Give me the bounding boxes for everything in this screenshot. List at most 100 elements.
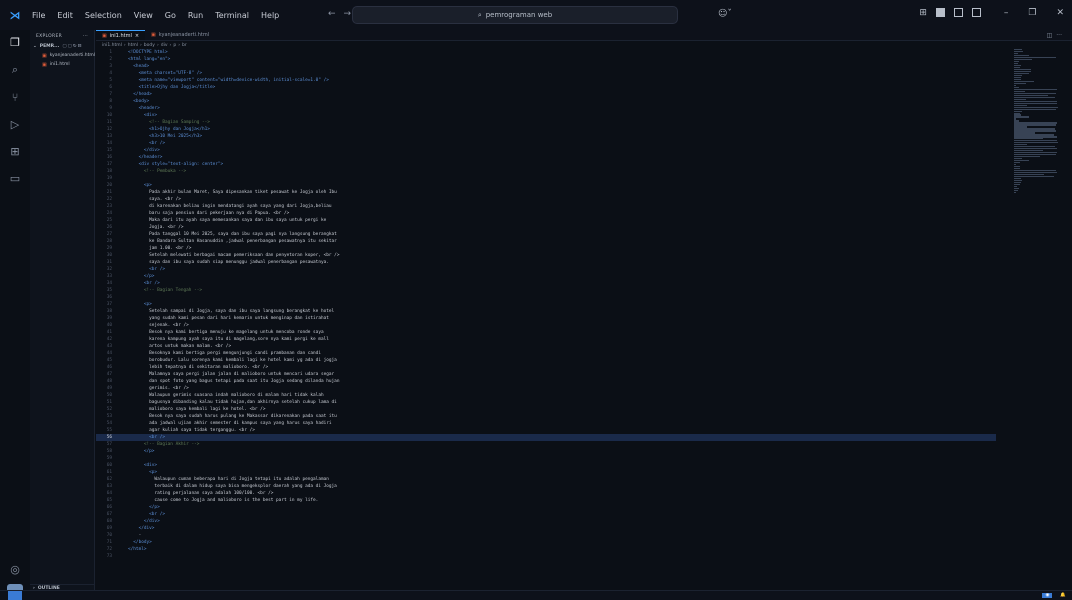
code-line[interactable]: 49 gerimis. <br /> bbox=[96, 385, 996, 392]
code-line[interactable]: 2 <html lang="en"> bbox=[96, 56, 996, 63]
code-line[interactable]: 61 <p> bbox=[96, 469, 996, 476]
breadcrumb-item[interactable]: ini1.html bbox=[102, 43, 122, 48]
code-line[interactable]: 40 sejenak. <br /> bbox=[96, 322, 996, 329]
file-item-kyanjeanaderti[interactable]: ▣ kyanjeanaderti.html bbox=[30, 51, 95, 60]
more-actions-icon[interactable]: ··· bbox=[83, 34, 88, 39]
code-line[interactable]: 53 Besok nya saya sudah harus pulang ke … bbox=[96, 413, 996, 420]
code-line[interactable]: 60 <div> bbox=[96, 462, 996, 469]
code-line[interactable]: 68 </div> bbox=[96, 518, 996, 525]
code-line[interactable]: 3 <head> bbox=[96, 63, 996, 70]
breadcrumb-item[interactable]: br bbox=[182, 43, 187, 48]
code-line[interactable]: 70 - bbox=[96, 532, 996, 539]
code-line[interactable]: 21 Pada akhir bulan Maret, Saya dipesank… bbox=[96, 189, 996, 196]
code-line[interactable]: 29 jam 1.00. <br /> bbox=[96, 245, 996, 252]
code-line[interactable]: 33 </p> bbox=[96, 273, 996, 280]
command-center-search[interactable]: ⌕ pemrograman web bbox=[352, 6, 678, 24]
code-line[interactable]: 56 <br /> bbox=[96, 434, 996, 441]
code-line[interactable]: 44 Besoknya kami bertiga pergi mengunjun… bbox=[96, 350, 996, 357]
menu-help[interactable]: Help bbox=[259, 9, 281, 22]
status-badge[interactable]: ◉ bbox=[1042, 593, 1053, 598]
minimap[interactable] bbox=[1014, 49, 1058, 194]
code-line[interactable]: 38 Setelah sampai di Jogja, saya dan ibu… bbox=[96, 308, 996, 315]
close-icon[interactable]: ✕ bbox=[1056, 8, 1064, 18]
code-line[interactable]: 73 bbox=[96, 553, 996, 560]
accounts-icon[interactable]: ◎ bbox=[10, 563, 20, 576]
code-line[interactable]: 1 <!DOCTYPE html> bbox=[96, 49, 996, 56]
toggle-panel-icon[interactable] bbox=[953, 8, 963, 17]
code-line[interactable]: 22 saya. <br /> bbox=[96, 196, 996, 203]
code-line[interactable]: 4 <meta charset="UTF-8" /> bbox=[96, 70, 996, 77]
code-line[interactable]: 12 <h1>Ojhy dan Jogja</h1> bbox=[96, 126, 996, 133]
code-line[interactable]: 14 <br /> bbox=[96, 140, 996, 147]
code-line[interactable]: 34 <br /> bbox=[96, 280, 996, 287]
code-line[interactable]: 36 bbox=[96, 294, 996, 301]
code-line[interactable]: 72 </html> bbox=[96, 546, 996, 553]
source-control-icon[interactable]: ⑂ bbox=[12, 91, 19, 104]
remote-indicator-icon[interactable] bbox=[8, 590, 22, 600]
code-line[interactable]: 54 ada jadwal ujian akhir semester di ka… bbox=[96, 420, 996, 427]
menu-go[interactable]: Go bbox=[163, 9, 178, 22]
code-line[interactable]: 24 baru saja pensiun dari pekerjaan nya … bbox=[96, 210, 996, 217]
code-line[interactable]: 17 <div style="text-align: center"> bbox=[96, 161, 996, 168]
code-editor[interactable]: 1 <!DOCTYPE html> 2 <html lang="en"> 3 <head… bbox=[96, 49, 996, 589]
code-line[interactable]: 19 bbox=[96, 175, 996, 182]
code-line[interactable]: 7 </head> bbox=[96, 91, 996, 98]
close-tab-icon[interactable]: × bbox=[135, 33, 139, 39]
code-line[interactable]: 47 Malamnya saya pergi jalan jalan di ma… bbox=[96, 371, 996, 378]
code-line[interactable]: 28 ke Bandara Sultan Hasanuddin ,jadwal … bbox=[96, 238, 996, 245]
explorer-icon[interactable]: ❐ bbox=[10, 36, 20, 49]
code-line[interactable]: 50 Walaupun gerimis suasana indah maliob… bbox=[96, 392, 996, 399]
code-line[interactable]: 69 </div> bbox=[96, 525, 996, 532]
menu-file[interactable]: File bbox=[30, 9, 47, 22]
bell-icon[interactable]: 🔔 bbox=[1060, 593, 1066, 598]
code-line[interactable]: 58 </p> bbox=[96, 448, 996, 455]
breadcrumb-item[interactable]: body bbox=[144, 43, 155, 48]
code-line[interactable]: 62 Walaupun cuman beberapa hari di Jogja… bbox=[96, 476, 996, 483]
menu-selection[interactable]: Selection bbox=[83, 9, 124, 22]
code-line[interactable]: 52 malioboro saya kembali lagi ke hotel.… bbox=[96, 406, 996, 413]
toggle-secondary-sidebar-icon[interactable] bbox=[971, 8, 981, 17]
code-line[interactable]: 26 Jogja. <br /> bbox=[96, 224, 996, 231]
tab-ini1[interactable]: ▣ ini1.html × bbox=[96, 30, 146, 40]
code-line[interactable]: 18 <!-- Pembuka --> bbox=[96, 168, 996, 175]
code-line[interactable]: 16 </header> bbox=[96, 154, 996, 161]
code-line[interactable]: 11 <!-- Bagian Samping --> bbox=[96, 119, 996, 126]
split-editor-icon[interactable]: ◫ bbox=[1047, 32, 1053, 39]
code-line[interactable]: 31 saya dan ibu saya sudah siap menunggu… bbox=[96, 259, 996, 266]
code-line[interactable]: 45 borobudur. Lalu sorenya kami kembali … bbox=[96, 357, 996, 364]
code-line[interactable]: 64 rating perjalanan saya adalah 100/100… bbox=[96, 490, 996, 497]
back-arrow-icon[interactable]: ← bbox=[328, 9, 344, 19]
menu-run[interactable]: Run bbox=[186, 9, 205, 22]
code-line[interactable]: 51 bagusnya dibanding kalau tidak hujan,… bbox=[96, 399, 996, 406]
code-line[interactable]: 8 <body> bbox=[96, 98, 996, 105]
code-line[interactable]: 23 di karenakan beliau ingin mendatangi … bbox=[96, 203, 996, 210]
code-line[interactable]: 13 <h3>10 Mei 2025</h3> bbox=[96, 133, 996, 140]
code-line[interactable]: 27 Pada tanggal 10 Mei 2025, saya dan ib… bbox=[96, 231, 996, 238]
code-line[interactable]: 42 karena kampung ayah saya itu di magel… bbox=[96, 336, 996, 343]
code-line[interactable]: 35 <!-- Bagian Tengah --> bbox=[96, 287, 996, 294]
code-line[interactable]: 9 <header> bbox=[96, 105, 996, 112]
code-line[interactable]: 10 <div> bbox=[96, 112, 996, 119]
copilot-icon[interactable]: ☺ˇ bbox=[718, 9, 732, 19]
menu-terminal[interactable]: Terminal bbox=[213, 9, 251, 22]
code-line[interactable]: 39 yang sudah kami pesan dari hari kemar… bbox=[96, 315, 996, 322]
code-line[interactable]: 5 <meta name="viewport" content="width=d… bbox=[96, 77, 996, 84]
minimize-icon[interactable]: – bbox=[1004, 8, 1009, 18]
run-debug-icon[interactable]: ▷ bbox=[11, 118, 19, 131]
code-line[interactable]: 66 </p> bbox=[96, 504, 996, 511]
code-line[interactable]: 57 <!-- Bagian Akhir --> bbox=[96, 441, 996, 448]
code-line[interactable]: 32 <br /> bbox=[96, 266, 996, 273]
code-line[interactable]: 63 terbaik di dalam hidup saya bisa meng… bbox=[96, 483, 996, 490]
code-line[interactable]: 59 bbox=[96, 455, 996, 462]
restore-icon[interactable]: ❐ bbox=[1028, 8, 1036, 18]
tab-kyanjeanaderti[interactable]: ▣ kyanjeanaderti.html bbox=[145, 30, 215, 40]
code-line[interactable]: 6 <title>Ojhy dan Jogja</title> bbox=[96, 84, 996, 91]
more-actions-icon[interactable]: ··· bbox=[1056, 32, 1062, 39]
file-item-ini1[interactable]: ▣ ini1.html bbox=[30, 60, 94, 69]
code-line[interactable]: 48 dan spot foto yang bagus tetapi pada … bbox=[96, 378, 996, 385]
remote-explorer-icon[interactable]: ▭ bbox=[10, 172, 20, 185]
code-line[interactable]: 30 Setelah melewati berbagai macam pemer… bbox=[96, 252, 996, 259]
menu-view[interactable]: View bbox=[132, 9, 155, 22]
folder-tools[interactable]: ▢▢↻⊟ bbox=[62, 44, 82, 49]
toggle-sidebar-icon[interactable] bbox=[935, 8, 945, 17]
